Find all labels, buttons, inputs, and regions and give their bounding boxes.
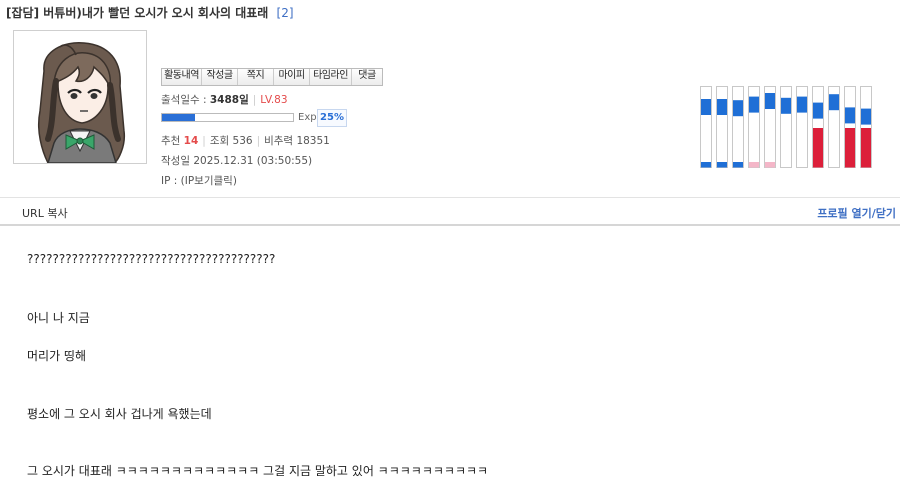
- graph-bar-lower: [861, 128, 871, 168]
- graph-bar-upper: [765, 93, 775, 109]
- graph-bar-upper: [813, 102, 823, 119]
- graph-bar-lower: [717, 162, 727, 168]
- activity-graph: [700, 86, 872, 168]
- graph-bar-upper: [797, 96, 807, 113]
- graph-bar-upper: [733, 100, 743, 117]
- divider: [0, 197, 900, 198]
- graph-bar-lower: [765, 162, 775, 168]
- attendance-row: 출석일수 : 3488일 | LV.83: [161, 94, 288, 106]
- exp-progress-fill: [162, 114, 195, 121]
- post-title-bar: [잡담] 버튜버)내가 빨던 오시가 오시 회사의 대표래 [2]: [6, 4, 294, 21]
- graph-bar-lower: [813, 128, 823, 168]
- graph-bar-lower: [749, 162, 759, 168]
- graph-column-frame: [716, 86, 728, 168]
- level-badge: LV.83: [260, 94, 288, 106]
- graph-column-frame: [732, 86, 744, 168]
- views-label: 조회: [209, 135, 230, 147]
- post-paragraph: 평소에 그 오시 회사 겁나게 욕했는데: [27, 407, 212, 421]
- graph-bar-upper: [781, 97, 791, 114]
- date-value: 2025.12.31 (03:50:55): [193, 155, 313, 167]
- url-copy-button[interactable]: URL 복사: [22, 205, 68, 221]
- stats-row: 추천 14 | 조회 536 | 비추력 18351: [161, 135, 330, 147]
- tab-mypi[interactable]: 마이피: [274, 69, 310, 85]
- ip-label: IP :: [161, 175, 178, 187]
- post-paragraph: ???????????????????????????????????????: [27, 252, 276, 266]
- tab-timeline[interactable]: 타임라인: [310, 69, 352, 85]
- ip-value[interactable]: (IP보기클릭): [181, 175, 237, 187]
- disrec-value: 18351: [296, 135, 330, 147]
- recommend-label: 추천: [161, 135, 181, 147]
- graph-column-frame: [700, 86, 712, 168]
- exp-percent: 25%: [317, 109, 347, 127]
- graph-bar-upper: [861, 108, 871, 125]
- post-paragraph: 머리가 띵해: [27, 349, 87, 363]
- avatar[interactable]: [13, 30, 147, 164]
- graph-bar-upper: [701, 99, 711, 115]
- graph-bar-upper: [845, 107, 855, 124]
- post-paragraph: 아니 나 지금: [27, 311, 90, 325]
- comment-count[interactable]: [2]: [277, 6, 294, 20]
- views-value: 536: [232, 135, 253, 147]
- tab-message[interactable]: 쪽지: [238, 69, 274, 85]
- exp-progress-bar: [161, 113, 294, 122]
- post-category[interactable]: [잡담]: [6, 6, 39, 20]
- graph-bar-upper: [717, 99, 727, 115]
- post-paragraph: 그 오시가 대표래 ㅋㅋㅋㅋㅋㅋㅋㅋㅋㅋㅋㅋㅋ 그걸 지금 말하고 있어 ㅋㅋㅋ…: [27, 464, 489, 478]
- profile-tabs: 활동내역 작성글 쪽지 마이피 타임라인 댓글: [161, 68, 383, 86]
- graph-bar-upper: [829, 94, 839, 111]
- attendance-label: 출석일수 :: [161, 94, 207, 106]
- tab-activity[interactable]: 활동내역: [162, 69, 202, 85]
- graph-bar-lower: [733, 162, 743, 168]
- disrec-label: 비추력: [264, 135, 294, 147]
- avatar-illustration: [37, 42, 126, 163]
- tab-posts[interactable]: 작성글: [202, 69, 238, 85]
- profile-toggle-button[interactable]: 프로필 열기/닫기: [817, 205, 896, 221]
- graph-bar-upper: [749, 96, 759, 113]
- graph-bar-lower: [845, 128, 855, 168]
- post-title: 버튜버)내가 빨던 오시가 오시 회사의 대표래: [43, 6, 269, 20]
- graph-bar-lower: [701, 162, 711, 168]
- attendance-value: 3488일: [209, 94, 249, 106]
- divider: [0, 224, 900, 226]
- tab-comments[interactable]: 댓글: [352, 69, 382, 85]
- ip-row: IP : (IP보기클릭): [161, 173, 237, 188]
- date-row: 작성일 2025.12.31 (03:50:55): [161, 153, 312, 168]
- date-label: 작성일: [161, 155, 190, 167]
- recommend-value: 14: [183, 135, 199, 147]
